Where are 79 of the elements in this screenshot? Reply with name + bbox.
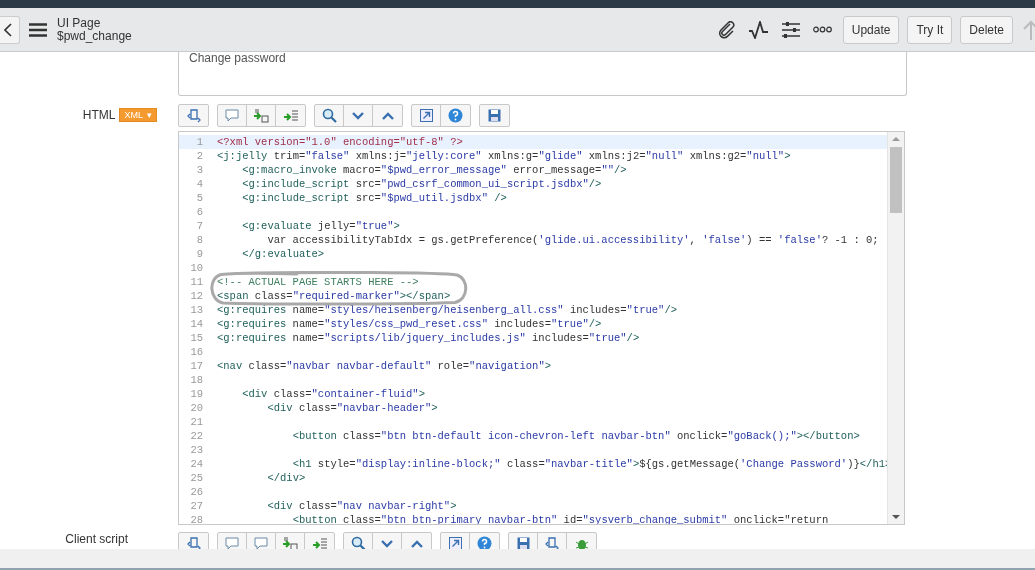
activity-icon[interactable] xyxy=(748,20,769,39)
line-number: 3 xyxy=(195,163,204,177)
code-line: <j:jelly trim="false" xmlns:j="jelly:core" xmlns:g="glide" xmlns:j2="null" xmlns:g2="null"> xyxy=(217,149,791,163)
line-number: 28 xyxy=(189,513,204,524)
line-number: 6 xyxy=(195,205,204,219)
line-number: 4 xyxy=(195,177,204,191)
line-number: 5 xyxy=(195,191,204,205)
action-button[interactable]: Try It xyxy=(907,15,953,44)
code-line: <g:macro_invoke macro="$pwd_error_message" error_message=""/> xyxy=(241,163,627,177)
replace-all-icon xyxy=(282,108,299,123)
code-line: <nav class="navbar navbar-default" role="navigation"> xyxy=(217,359,551,373)
line-number: 11 xyxy=(189,275,204,289)
action-button[interactable]: Delete xyxy=(960,15,1013,44)
code-line: </div> xyxy=(266,471,306,485)
menu-icon[interactable] xyxy=(29,22,47,37)
line-number: 21 xyxy=(189,415,204,429)
code-line: <!-- ACTUAL PAGE STARTS HERE --> xyxy=(217,275,419,289)
code-line: <span class="required-marker"></span> xyxy=(217,289,451,303)
line-number: 10 xyxy=(189,261,204,275)
scrollbar[interactable] xyxy=(887,132,904,524)
line-number: 19 xyxy=(189,387,204,401)
expand-icon xyxy=(419,109,433,122)
chevron-down-icon xyxy=(381,539,393,548)
code-line: </g:evaluate> xyxy=(241,247,325,261)
line-number: 17 xyxy=(189,359,204,373)
code-line: <button class="btn btn-default icon-chevron-left navbar-btn" onclick="goBack();"></button> xyxy=(291,429,860,443)
code-line: <g:evaluate jelly="true"> xyxy=(241,219,400,233)
line-number: 15 xyxy=(189,331,204,345)
line-number: 23 xyxy=(189,443,204,457)
line-number: 26 xyxy=(189,485,204,499)
description-field[interactable]: Change password xyxy=(178,52,907,96)
code-line: var accessibilityTabIdx = gs.getPreference('glide.ui.accessibility', 'false') == 'false'? -1 : 0; xyxy=(266,233,879,247)
line-number: 25 xyxy=(189,471,204,485)
code-line: <g:requires name="styles/heisenberg/heisenberg_all.css" includes="true"/> xyxy=(217,303,677,317)
line-number: 27 xyxy=(189,499,204,513)
code-line: <g:include_script src="pwd_csrf_common_ui_script.jsdbx"/> xyxy=(241,177,602,191)
line-number: 12 xyxy=(189,289,204,303)
line-number: 22 xyxy=(189,429,204,443)
sliders-icon[interactable] xyxy=(781,21,800,38)
code-line: <g:requires name="scripts/lib/jquery_includes.js" includes="true"/> xyxy=(217,331,640,345)
back-button[interactable] xyxy=(0,15,20,44)
replace-icon xyxy=(253,108,269,123)
search-icon xyxy=(350,536,366,549)
replace-all-icon xyxy=(311,536,328,549)
speech-bubble-icon xyxy=(225,109,239,122)
code-line: <g:requires name="styles/css_pwd_reset.css" includes="true"/> xyxy=(217,317,602,331)
line-number: 24 xyxy=(189,457,204,471)
line-number: 14 xyxy=(189,317,204,331)
record-type-title: UI Page xyxy=(57,16,101,30)
chevron-down-icon xyxy=(352,111,364,120)
line-number: 8 xyxy=(195,233,204,247)
line-number: 18 xyxy=(189,373,204,387)
chevron-left-icon xyxy=(4,22,12,37)
line-number: 20 xyxy=(189,401,204,415)
script-icon xyxy=(186,536,201,549)
replace-icon xyxy=(282,536,298,549)
more-icon[interactable] xyxy=(812,26,832,33)
field-label: Client script xyxy=(65,532,128,546)
code-line: <?xml version="1.0" encoding="utf-8" ?> xyxy=(217,135,463,149)
code-line: <div class="container-fluid"> xyxy=(241,387,425,401)
record-name: $pwd_change xyxy=(57,29,132,43)
line-number: 1 xyxy=(195,135,204,149)
chevron-up-icon xyxy=(381,111,394,120)
field-label: HTML xyxy=(82,108,116,122)
action-button[interactable]: Update xyxy=(842,15,900,44)
line-number: 2 xyxy=(195,149,204,163)
paperclip-icon[interactable] xyxy=(717,20,736,39)
line-number: 16 xyxy=(189,345,204,359)
code-line: <div class="nav navbar-right"> xyxy=(266,499,457,513)
code-line: <div class="navbar-header"> xyxy=(266,401,438,415)
search-icon xyxy=(321,108,337,123)
line-number: 9 xyxy=(195,247,204,261)
script-icon xyxy=(545,536,559,549)
line-number: 7 xyxy=(195,219,204,233)
script-icon xyxy=(186,108,201,123)
help-icon xyxy=(448,108,463,123)
chevron-up-icon xyxy=(410,539,423,548)
code-line: <g:include_script src="$pwd_util.jsdbx" /> xyxy=(241,191,507,205)
line-number: 13 xyxy=(189,303,204,317)
